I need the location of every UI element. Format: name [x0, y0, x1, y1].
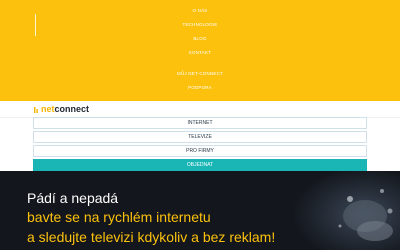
hero-background-image	[280, 171, 400, 250]
menu-item-o-nas[interactable]: O NÁS	[0, 8, 400, 14]
sub-nav-internet[interactable]: INTERNET	[33, 117, 367, 129]
menu-item-technologie[interactable]: TECHNOLOGIE	[0, 22, 400, 28]
sub-nav-pro-firmy[interactable]: PRO FIRMY	[33, 145, 367, 157]
menu-item-kontakt[interactable]: KONTAKT	[0, 50, 400, 56]
logo-text-connect: connect	[54, 104, 90, 114]
hero-title: Pádí a nepadá	[27, 190, 119, 206]
sub-nav-televize[interactable]: TELEVIZE	[33, 131, 367, 143]
top-menu: O NÁS TECHNOLOGIE BLOG KONTAKT MŮJ NET-C…	[0, 0, 400, 101]
sub-nav: INTERNET TELEVIZE PRO FIRMY OBJEDNAT	[33, 117, 367, 173]
menu-item-muj-net-connect[interactable]: MŮJ NET-CONNECT	[0, 71, 400, 77]
logo-text-net: net	[41, 104, 55, 114]
menu-item-podpora[interactable]: PODPORA	[0, 85, 400, 91]
order-button[interactable]: OBJEDNAT	[33, 159, 367, 171]
logo-mark-icon	[34, 106, 38, 113]
menu-item-blog[interactable]: BLOG	[0, 36, 400, 42]
hero-banner: Pádí a nepadá bavte se na rychlém intern…	[0, 171, 400, 250]
hero-subtitle-line-2: a sledujte televizi kdykoliv a bez rekla…	[27, 229, 276, 245]
hero-subtitle-line-1: bavte se na rychlém internetu	[27, 209, 211, 225]
logo[interactable]: net connect	[34, 104, 89, 115]
